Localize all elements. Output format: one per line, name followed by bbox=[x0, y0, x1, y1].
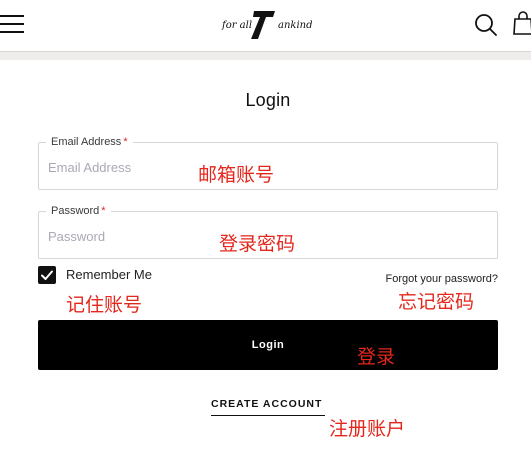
login-page: for all ankind m Login Email Address* Pa… bbox=[0, 0, 531, 453]
create-account-underline bbox=[211, 415, 325, 416]
site-header: for all ankind m bbox=[0, 0, 531, 52]
checkmark-icon bbox=[41, 270, 53, 280]
annotation-forgot: 忘记密码 bbox=[398, 291, 475, 313]
annotation-password: 登录密码 bbox=[219, 233, 296, 255]
forgot-password-link[interactable]: Forgot your password? bbox=[386, 273, 499, 285]
annotation-create: 注册账户 bbox=[329, 418, 406, 440]
required-asterisk: * bbox=[123, 136, 128, 148]
hamburger-menu-icon[interactable] bbox=[0, 14, 26, 36]
annotation-remember: 记住账号 bbox=[66, 294, 143, 316]
create-account-link[interactable]: CREATE ACCOUNT bbox=[211, 398, 322, 410]
brand-logo[interactable]: for all ankind m bbox=[220, 7, 315, 41]
svg-text:ankind: ankind bbox=[278, 20, 313, 31]
search-icon[interactable] bbox=[474, 13, 498, 37]
annotation-login: 登录 bbox=[357, 346, 396, 368]
remember-me-label[interactable]: Remember Me bbox=[66, 267, 152, 282]
remember-me-checkbox[interactable] bbox=[38, 266, 56, 284]
annotation-email: 邮箱账号 bbox=[198, 164, 275, 186]
shopping-bag-icon[interactable] bbox=[512, 10, 531, 36]
password-label: Password * bbox=[46, 203, 111, 219]
page-title: Login bbox=[245, 90, 291, 110]
svg-text:for all: for all bbox=[221, 20, 252, 31]
required-asterisk: * bbox=[101, 205, 106, 217]
email-label: Email Address * bbox=[46, 134, 133, 150]
header-divider-band bbox=[0, 52, 531, 60]
login-button[interactable]: Login bbox=[38, 320, 498, 370]
svg-text:m: m bbox=[268, 20, 277, 31]
